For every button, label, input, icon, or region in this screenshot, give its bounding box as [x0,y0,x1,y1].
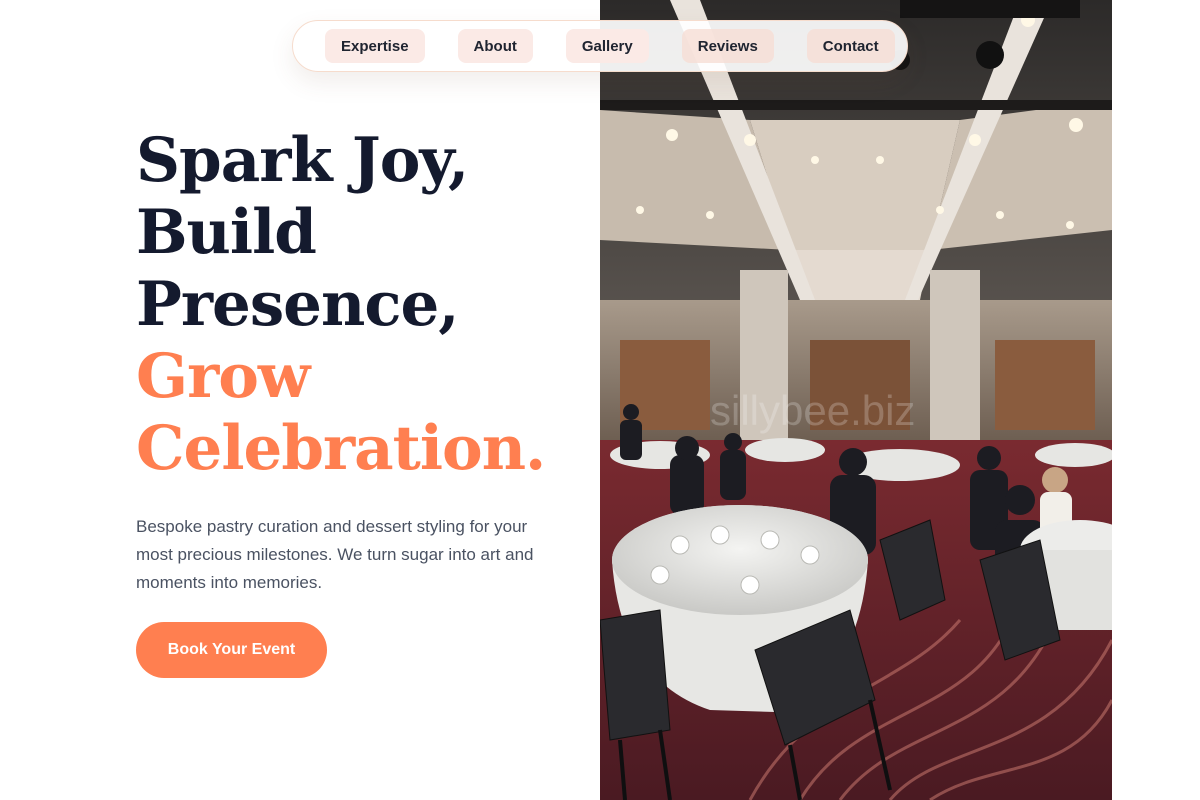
book-event-button[interactable]: Book Your Event [136,622,327,678]
nav-item-about[interactable]: About [457,29,533,63]
hero-subtitle: Bespoke pastry curation and dessert styl… [136,517,534,592]
headline-accent-line-1: Grow [136,341,310,412]
hero-headline: Spark Joy, Build Presence, Grow Celebrat… [136,125,596,485]
nav-item-gallery[interactable]: Gallery [565,29,649,63]
hero-section: Spark Joy, Build Presence, Grow Celebrat… [136,125,596,597]
ballroom-illustration: sillybee.biz [600,0,1112,800]
headline-line-3: Presence, [136,269,460,340]
ballroom-event-photo: sillybee.biz [600,0,1112,800]
nav-item-reviews[interactable]: Reviews [681,29,774,63]
headline-line-2: Build [136,197,317,268]
main-nav: Expertise About Gallery Reviews Contact [292,20,908,72]
nav-item-expertise[interactable]: Expertise [325,29,425,63]
headline-accent-line-2: Celebration. [136,413,546,484]
photo-watermark: sillybee.biz [710,387,915,434]
nav-item-contact[interactable]: Contact [806,29,895,63]
headline-line-1: Spark Joy, [136,125,469,196]
